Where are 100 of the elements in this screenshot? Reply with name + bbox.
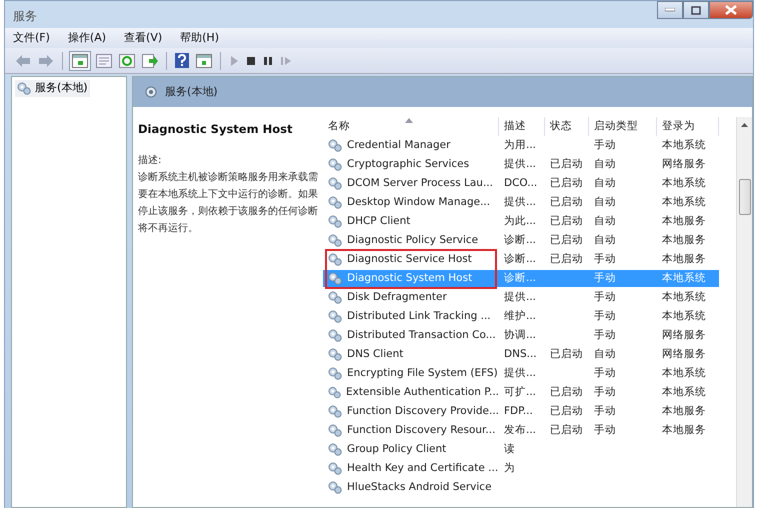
service-name: Function Discovery Provide... [346, 404, 499, 419]
table-cell-text: 已启动 [549, 346, 584, 362]
service-name: Desktop Window Manage... [346, 194, 490, 210]
table-cell-text: 自动 [593, 156, 617, 172]
stop-icon [246, 54, 256, 66]
service-name: Diagnostic Policy Service [346, 232, 478, 248]
table-row[interactable]: Health Key and Certificate ... 为 [323, 459, 736, 478]
table-row[interactable]: HlueStacks Android Service [323, 478, 736, 497]
table-cell-text: 本地系统 [661, 176, 707, 191]
service-name: Diagnostic Service Host [346, 252, 472, 267]
table-cell-text: 网络服务 [661, 346, 707, 362]
refresh-button[interactable] [117, 52, 137, 70]
service-name: DHCP Client [346, 214, 410, 229]
panel-title: 服务(本地) [165, 84, 218, 100]
properties-icon [96, 54, 112, 68]
table-row[interactable]: DNS Client DNS... 已启动 自动 网络服务 [323, 345, 736, 364]
service-name: Credential Manager [346, 138, 450, 153]
table-row[interactable]: Credential Manager 为用... 手动 本地系统 [323, 136, 736, 155]
service-title: Diagnostic System Host [138, 121, 294, 138]
table-row[interactable]: DHCP Client 为此... 已启动 自动 本地服务 [323, 212, 736, 231]
service-name: HlueStacks Android Service [346, 480, 492, 495]
table-row[interactable]: Disk Defragmenter 提供... 手动 本地系统 [323, 288, 736, 307]
scroll-thumb[interactable] [738, 179, 750, 215]
table-cell-text: 手动 [593, 290, 617, 305]
service-name: Function Discovery Resour... [346, 422, 496, 438]
table-cell-text: 为此... [503, 214, 538, 229]
table-cell-text: 手动 [593, 422, 617, 438]
table-row[interactable]: Diagnostic Policy Service 诊断... 已启动 自动 本地服务 [323, 231, 736, 250]
table-cell-text: 提供... [503, 366, 538, 381]
table-cell-text: 为 [503, 460, 516, 476]
table-cell-text: FDP... [503, 404, 534, 419]
table-cell-text: 手动 [593, 404, 617, 419]
console-icon [196, 54, 212, 68]
table-row[interactable]: Diagnostic Service Host 诊断... 已启动 手动 本地服务 [323, 250, 736, 269]
table-cell-text: 手动 [593, 328, 617, 343]
table-cell-text: 已启动 [549, 156, 584, 172]
table-cell-text: 提供... [503, 156, 538, 172]
service-name: DNS Client [346, 346, 404, 362]
service-name: Diagnostic System Host [346, 270, 472, 286]
console-tree-icon [72, 54, 88, 68]
console-tree-button[interactable] [69, 50, 91, 70]
table-row[interactable]: Function Discovery Resour... 发布... 已启动 手动 本地服务 [323, 421, 736, 440]
table-cell-text: 手动 [593, 138, 617, 153]
table-cell-text: 网络服务 [661, 328, 707, 343]
minimize-icon [665, 8, 675, 12]
service-name: Distributed Link Tracking ... [346, 308, 491, 324]
menu-item[interactable]: 操作(A) [66, 30, 108, 46]
table-cell-text: 自动 [593, 176, 617, 191]
help-icon [175, 53, 189, 68]
table-row[interactable]: Distributed Link Tracking ... 维护... 手动 本地系统 [323, 307, 736, 326]
table-row[interactable]: Encrypting File System (EFS) 提供... 手动 本地系统 [323, 364, 736, 383]
table-cell-text: 自动 [593, 214, 617, 229]
close-button[interactable] [709, 1, 753, 19]
help-button[interactable] [173, 51, 191, 70]
table-row[interactable]: Cryptographic Services 提供... 已启动 自动 网络服务 [323, 155, 736, 174]
table-cell-text: 已启动 [549, 422, 584, 438]
tree-item[interactable]: 服务(本地) [15, 80, 90, 96]
table-cell-text: 手动 [593, 308, 617, 324]
restart-icon [280, 54, 292, 66]
table-row[interactable]: Extensible Authentication P... 可扩... 已启动 手动 本地系统 [323, 383, 736, 402]
table-row[interactable]: Distributed Transaction Co... 协调... 手动 网络服务 [323, 326, 736, 345]
table-row[interactable]: DCOM Server Process Lau... DCO... 已启动 自动 本地系统 [323, 174, 736, 193]
table-cell-text: 已启动 [549, 176, 584, 191]
table-cell-text: 已启动 [549, 404, 584, 419]
table-cell-text: 协调... [503, 328, 538, 343]
minimize-button[interactable] [657, 1, 683, 19]
refresh-icon [119, 54, 135, 68]
table-cell-text: DCO... [503, 176, 538, 191]
table-cell-text: 本地系统 [661, 138, 707, 153]
table-cell-text: 本地系统 [661, 384, 707, 400]
menu-item[interactable]: 查看(V) [122, 30, 164, 46]
maximize-button[interactable] [683, 1, 709, 19]
table-row[interactable]: Group Policy Client 读 [323, 440, 736, 459]
service-name: Distributed Transaction Co... [346, 328, 496, 343]
table-cell-text: 手动 [593, 252, 617, 267]
table-cell-text: 已启动 [549, 252, 584, 267]
service-name: Extensible Authentication P... [345, 384, 499, 400]
table-cell-text: 本地系统 [661, 290, 707, 305]
scrollbar[interactable] [736, 117, 752, 507]
table-cell-text: 本地系统 [661, 270, 707, 286]
table-cell-text: 读 [503, 442, 516, 457]
table-cell-text: 已启动 [549, 232, 584, 248]
properties-button[interactable] [94, 52, 114, 70]
table-cell-text: 本地系统 [661, 366, 707, 381]
table-row[interactable]: Function Discovery Provide... FDP... 已启动 手动 本地服务 [323, 402, 736, 421]
table-cell-text: 本地服务 [661, 252, 707, 267]
menu-item[interactable]: 帮助(H) [178, 30, 221, 46]
menu-item[interactable]: 文件(F) [11, 30, 52, 46]
back-icon [15, 54, 31, 68]
pause-icon [263, 54, 273, 66]
console-button[interactable] [194, 52, 214, 70]
table-cell-text: 提供... [503, 290, 538, 305]
table-cell-text: 已启动 [549, 384, 584, 400]
export-button[interactable] [140, 52, 160, 70]
service-name: DCOM Server Process Lau... [346, 176, 493, 191]
table-cell-text: 手动 [593, 384, 617, 400]
sort-icon [405, 118, 413, 123]
table-cell-text: 诊断... [503, 270, 538, 286]
table-row[interactable]: Desktop Window Manage... 提供... 已启动 自动 本地系统 [323, 193, 736, 212]
table-cell-text: 本地服务 [661, 422, 707, 438]
